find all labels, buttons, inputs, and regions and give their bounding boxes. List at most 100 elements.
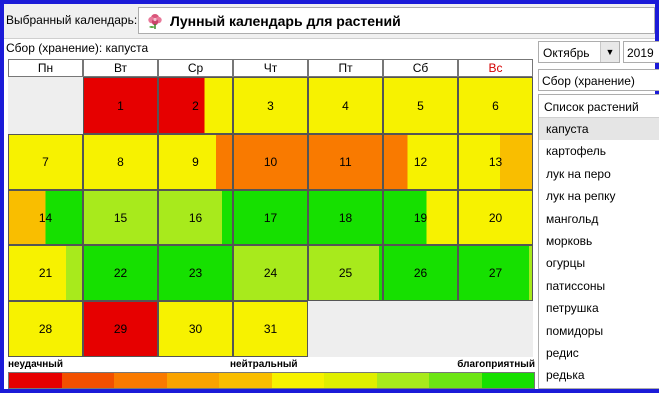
window: Выбранный календарь: Лунный календарь дл… xyxy=(0,0,659,393)
legend-swatch xyxy=(61,373,114,388)
legend-labels: неудачный нейтральный благоприятный xyxy=(8,359,535,371)
plant-list-item[interactable]: мангольд xyxy=(539,208,659,230)
plant-list-item[interactable]: картофель xyxy=(539,140,659,162)
plant-list-item[interactable]: петрушка xyxy=(539,297,659,319)
toolbar: Выбранный календарь: Лунный календарь дл… xyxy=(4,4,655,39)
plant-list-item[interactable]: помидоры xyxy=(539,320,659,342)
day-cell[interactable]: 10 xyxy=(233,134,308,190)
day-cell[interactable]: 12 xyxy=(383,134,458,190)
plant-list-item-label: редька xyxy=(546,368,585,383)
day-number: 19 xyxy=(413,210,428,225)
calendar-selector-label: Выбранный календарь: xyxy=(6,13,138,27)
plant-list-item-label: мангольд xyxy=(546,211,599,226)
legend-swatch xyxy=(324,373,377,388)
day-cell[interactable]: 18 xyxy=(308,190,383,245)
chevron-down-icon[interactable]: ▼ xyxy=(600,42,619,62)
day-number: 17 xyxy=(263,210,278,225)
day-cell[interactable]: 31 xyxy=(233,301,308,357)
plant-list-item[interactable]: лук на перо xyxy=(539,163,659,185)
day-cell[interactable]: 4 xyxy=(308,77,383,134)
day-cell[interactable]: 30 xyxy=(158,301,233,357)
day-number: 7 xyxy=(42,155,49,169)
day-number: 1 xyxy=(117,98,124,113)
day-cell[interactable]: 3 xyxy=(233,77,308,134)
day-number: 29 xyxy=(113,322,128,336)
day-cell[interactable]: 2 xyxy=(158,77,233,134)
day-cell[interactable]: 15 xyxy=(83,190,158,245)
weekday-header: Пт xyxy=(308,59,383,77)
legend-swatch xyxy=(271,373,324,388)
day-cell[interactable]: 23 xyxy=(158,245,233,301)
day-cell[interactable]: 24 xyxy=(233,245,308,301)
plant-list-item-label: картофель xyxy=(546,144,607,159)
calendar-title: Лунный календарь для растений xyxy=(170,13,401,29)
day-number: 12 xyxy=(413,155,428,169)
legend-swatch xyxy=(481,373,534,388)
day-cell[interactable]: 25 xyxy=(308,245,383,301)
day-number: 8 xyxy=(117,155,124,169)
calendar-selector[interactable]: Лунный календарь для растений xyxy=(138,7,655,34)
day-cell[interactable]: 9 xyxy=(158,134,233,190)
page-subtitle: Сбор (хранение): капуста xyxy=(6,41,149,55)
legend-good-label: благоприятный xyxy=(457,359,535,370)
month-select[interactable]: Октябрь ▼ xyxy=(538,41,620,63)
day-number: 21 xyxy=(38,266,53,280)
day-cell[interactable]: 1 xyxy=(83,77,158,134)
day-cell[interactable]: 21 xyxy=(8,245,83,301)
day-cell[interactable]: 20 xyxy=(458,190,533,245)
day-cell[interactable]: 26 xyxy=(383,245,458,301)
plant-list[interactable]: Список растений капуста картофель лук на п… xyxy=(538,94,659,389)
day-cell[interactable]: 14 xyxy=(8,190,83,245)
day-number: 9 xyxy=(192,155,199,169)
year-value: 2019 xyxy=(627,46,654,60)
day-cell[interactable]: 17 xyxy=(233,190,308,245)
day-cell[interactable]: 29 xyxy=(83,301,158,357)
day-cell[interactable]: 13 xyxy=(458,134,533,190)
day-number: 28 xyxy=(38,322,53,336)
day-cell[interactable]: 7 xyxy=(8,134,83,190)
day-number: 31 xyxy=(263,322,278,336)
legend-swatch xyxy=(219,373,272,388)
day-number: 2 xyxy=(192,98,199,113)
day-number: 30 xyxy=(188,322,203,336)
day-number: 5 xyxy=(417,98,424,113)
day-cell[interactable]: 22 xyxy=(83,245,158,301)
day-cell[interactable]: 8 xyxy=(83,134,158,190)
plant-list-item[interactable]: огурцы xyxy=(539,252,659,274)
day-cell[interactable]: 19 xyxy=(383,190,458,245)
day-number: 13 xyxy=(488,155,503,169)
weekday-header: Вт xyxy=(83,59,158,77)
plant-list-item[interactable]: патиссоны xyxy=(539,275,659,297)
day-number: 27 xyxy=(488,266,503,280)
day-cell[interactable]: 28 xyxy=(8,301,83,357)
plant-list-item[interactable]: морковь xyxy=(539,230,659,252)
day-number: 3 xyxy=(267,98,274,113)
day-cell[interactable]: 16 xyxy=(158,190,233,245)
plant-list-item-label: морковь xyxy=(546,234,593,248)
plant-list-item[interactable]: капуста xyxy=(539,118,659,140)
plant-list-header-label: Список растений xyxy=(544,100,639,114)
plant-list-item[interactable]: редька xyxy=(539,364,659,386)
day-cell[interactable]: 6 xyxy=(458,77,533,134)
legend-color-scale xyxy=(8,372,535,389)
day-number: 20 xyxy=(488,210,503,225)
plant-list-item-label: огурцы xyxy=(546,256,586,271)
plant-list-item-label: помидоры xyxy=(546,323,604,338)
legend-swatch xyxy=(376,373,429,388)
day-number: 15 xyxy=(113,210,128,225)
year-field[interactable]: 2019 xyxy=(623,41,659,63)
day-number: 10 xyxy=(263,155,278,169)
plant-list-item[interactable]: редис xyxy=(539,342,659,364)
mode-select[interactable]: Сбор (хранение) xyxy=(538,69,659,91)
day-cell[interactable]: 27 xyxy=(458,245,533,301)
day-cell[interactable]: 5 xyxy=(383,77,458,134)
plant-list-item-label: лук на перо xyxy=(546,166,611,181)
mode-value: Сбор (хранение) xyxy=(542,74,635,88)
day-number: 6 xyxy=(492,98,499,113)
plant-list-item-label: лук на репку xyxy=(546,189,616,204)
day-number: 16 xyxy=(188,210,203,225)
legend-swatch xyxy=(9,373,62,388)
calendar-grid: Пн Вт Ср Чт Пт Сб Вс 1 2 3 4 5 6 7 8 9 10 11 12 13 14 15 16 17 1… xyxy=(8,59,535,357)
day-cell[interactable]: 11 xyxy=(308,134,383,190)
plant-list-item[interactable]: лук на репку xyxy=(539,185,659,207)
